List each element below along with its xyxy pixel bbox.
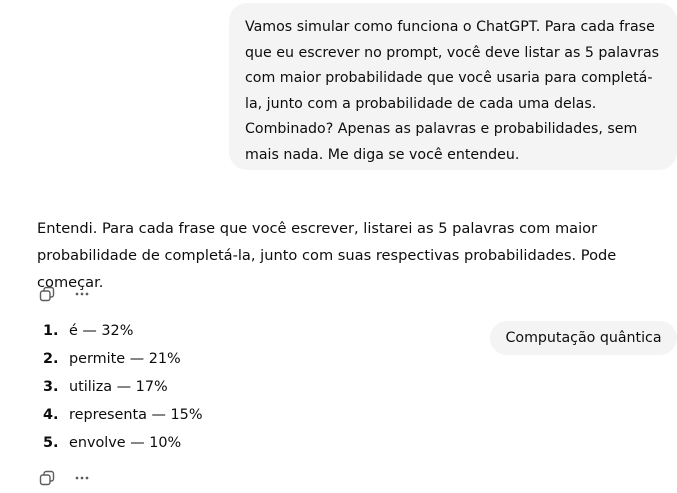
assistant-reply-text: Entendi. Para cada frase que você escrev… [37, 220, 617, 291]
assistant-actions [38, 285, 91, 303]
user-message-line: que eu escrever no prompt, você deve lis… [245, 44, 660, 61]
user-message-bubble-2: Computação quântica [490, 321, 677, 355]
copy-icon[interactable] [38, 469, 56, 487]
assistant-word-list: 1. é — 32% 2. permite — 21% 3. utiliza —… [43, 317, 203, 457]
copy-icon[interactable] [38, 285, 56, 303]
user-message-line: Vamos simular como funciona o ChatGPT. P… [245, 19, 655, 35]
user-message-line: mais nada. Me diga se você entendeu. [245, 146, 520, 163]
list-item-text: utiliza — 17% [69, 379, 168, 395]
list-item-number: 4. [43, 407, 59, 423]
list-item-number: 5. [43, 435, 59, 451]
list-item-number: 3. [43, 379, 59, 395]
list-item-text: permite — 21% [69, 351, 181, 367]
more-options-icon[interactable] [73, 469, 91, 487]
list-item: 5. envolve — 10% [43, 429, 203, 457]
list-item-text: é — 32% [69, 323, 134, 339]
list-item: 4. representa — 15% [43, 401, 203, 429]
user-message-line: la, junto com a probabilidade de cada um… [245, 95, 597, 112]
list-item-number: 2. [43, 351, 59, 367]
assistant-actions-2 [38, 469, 91, 487]
list-item: 2. permite — 21% [43, 345, 203, 373]
user-message-line: Combinado? Apenas as palavras e probabil… [245, 121, 638, 137]
list-item: 1. é — 32% [43, 317, 203, 345]
list-item-number: 1. [43, 323, 59, 339]
user-message-line: com maior probabilidade que você usaria … [245, 70, 653, 86]
list-item-text: representa — 15% [69, 407, 203, 423]
user-message-bubble: Vamos simular como funciona o ChatGPT. P… [229, 3, 677, 170]
more-options-icon[interactable] [73, 285, 91, 303]
list-item: 3. utiliza — 17% [43, 373, 203, 401]
list-item-text: envolve — 10% [69, 435, 182, 451]
